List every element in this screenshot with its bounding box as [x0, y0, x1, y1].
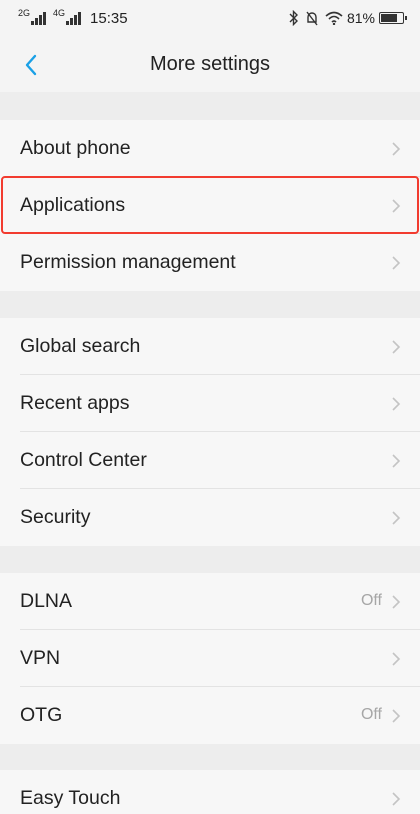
setting-label: Recent apps — [20, 392, 130, 414]
sim2-signal-icon: 4G — [53, 8, 82, 25]
setting-label: Security — [20, 506, 91, 528]
setting-row-global-search[interactable]: Global search — [0, 318, 420, 375]
section-gap — [0, 741, 420, 770]
status-left: 2G 4G 15:35 — [18, 8, 128, 28]
chevron-right-icon — [392, 397, 401, 411]
setting-row-control-center[interactable]: Control Center — [0, 432, 420, 489]
chevron-right-icon — [392, 199, 401, 213]
setting-row-permission-management[interactable]: Permission management — [0, 234, 420, 291]
setting-row-security[interactable]: Security — [0, 489, 420, 546]
setting-label: Permission management — [20, 251, 236, 273]
sim1-signal-icon: 2G — [18, 8, 47, 25]
setting-label: VPN — [20, 647, 61, 669]
header: More settings — [0, 40, 420, 92]
setting-row-applications[interactable]: Applications — [0, 177, 420, 234]
setting-value: Off — [360, 706, 382, 723]
setting-row-otg[interactable]: OTG Off — [0, 687, 420, 744]
setting-value: Off — [360, 592, 382, 609]
section-gap — [0, 545, 420, 573]
setting-label: DLNA — [20, 590, 73, 612]
setting-row-vpn[interactable]: VPN — [0, 630, 420, 687]
setting-label: Global search — [20, 335, 141, 357]
battery-level — [381, 14, 398, 22]
setting-label: OTG — [20, 704, 63, 726]
setting-label: Easy Touch — [20, 787, 121, 809]
setting-row-recent-apps[interactable]: Recent apps — [0, 375, 420, 432]
setting-label: Applications — [20, 194, 126, 216]
more-settings-screen: 2G 4G 15:35 81% More settings About phon… — [0, 0, 420, 814]
setting-row-dlna[interactable]: DLNA Off — [0, 573, 420, 630]
section-gap — [0, 92, 420, 120]
bluetooth-icon — [289, 10, 299, 26]
setting-row-easy-touch[interactable]: Easy Touch — [0, 770, 420, 814]
chevron-right-icon — [392, 142, 401, 156]
wifi-icon — [325, 11, 343, 25]
chevron-right-icon — [392, 652, 401, 666]
setting-label: About phone — [20, 137, 131, 159]
chevron-right-icon — [392, 595, 401, 609]
battery-percent: 81% — [346, 10, 375, 26]
chevron-right-icon — [392, 256, 401, 270]
chevron-right-icon — [392, 454, 401, 468]
chevron-right-icon — [392, 340, 401, 354]
mute-bell-icon — [305, 10, 319, 26]
setting-label: Control Center — [20, 449, 147, 471]
sim2-network-type: 4G — [53, 8, 66, 18]
battery-icon — [379, 12, 407, 24]
section-gap — [0, 290, 420, 318]
status-time: 15:35 — [90, 10, 128, 27]
status-right: 81% — [289, 10, 407, 26]
status-bar: 2G 4G 15:35 81% — [0, 0, 420, 40]
chevron-right-icon — [392, 709, 401, 723]
setting-row-about-phone[interactable]: About phone — [0, 120, 420, 177]
chevron-right-icon — [392, 792, 401, 806]
page-title: More settings — [149, 53, 271, 75]
chevron-right-icon — [392, 511, 401, 525]
sim1-network-type: 2G — [18, 8, 31, 18]
